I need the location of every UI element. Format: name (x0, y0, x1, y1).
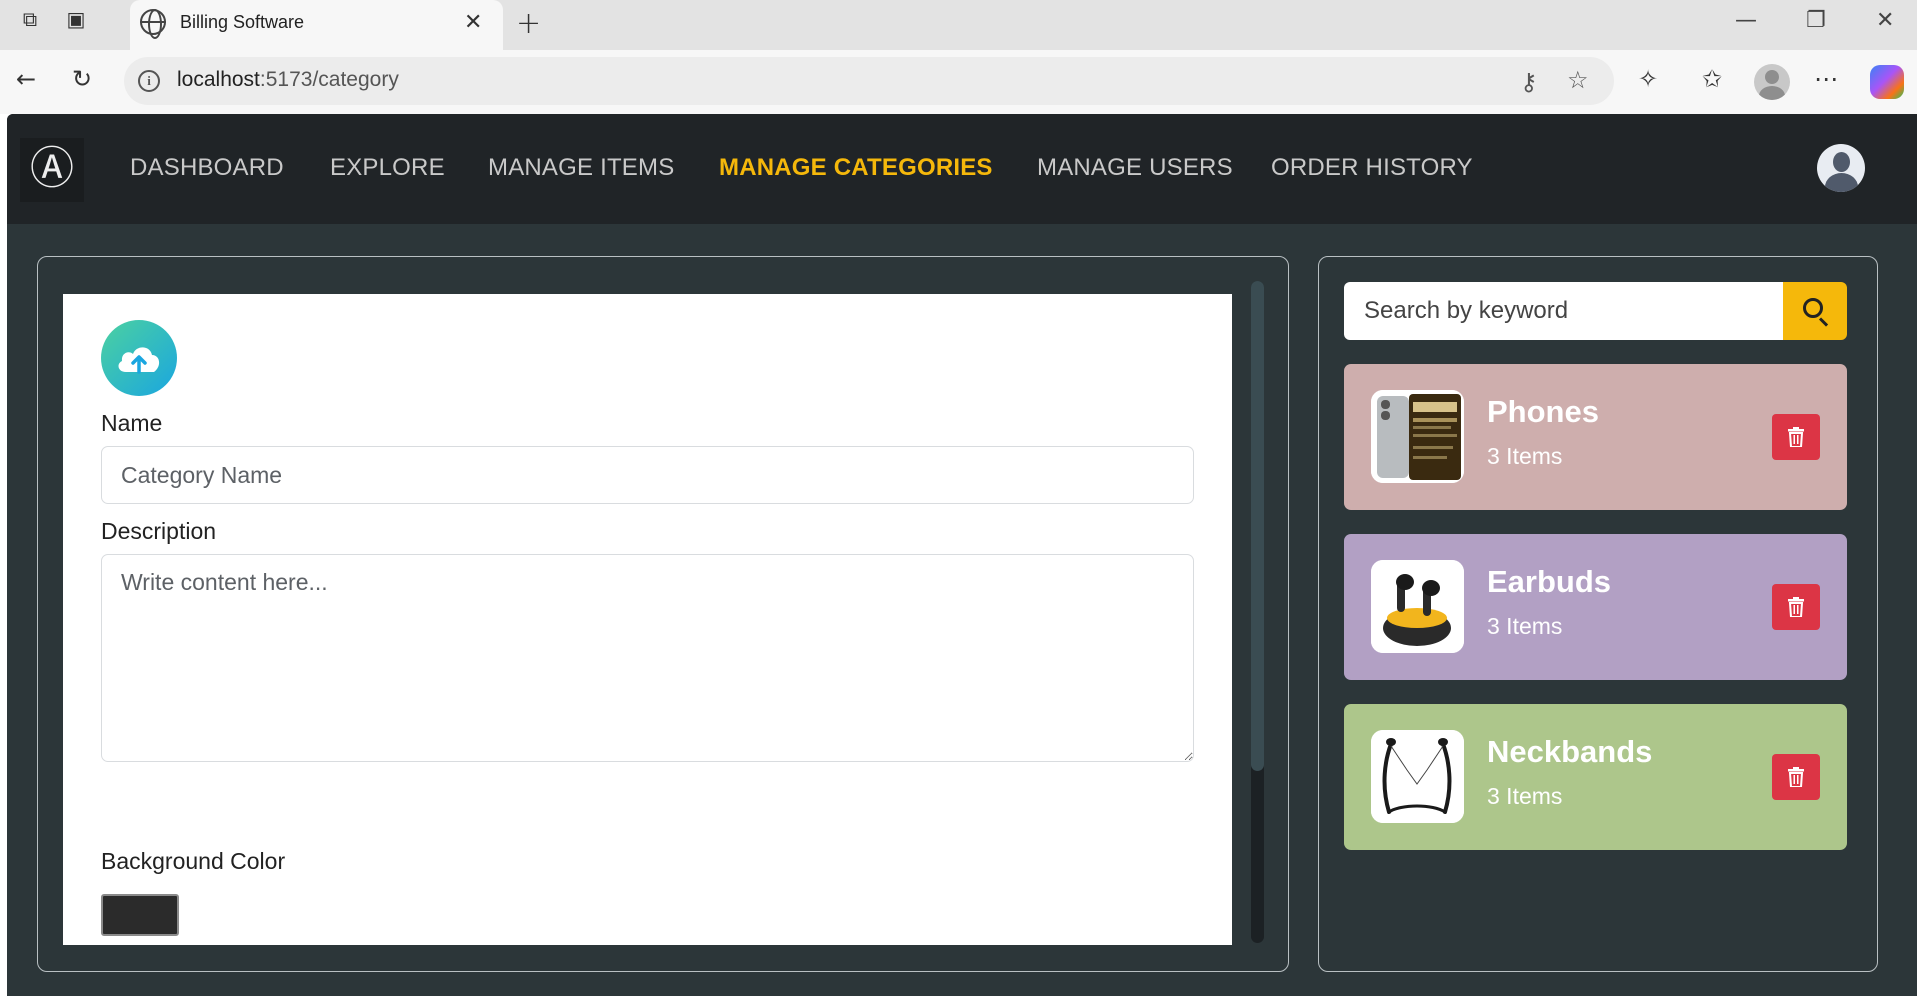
cloud-upload-icon[interactable] (101, 320, 177, 396)
trash-icon (1788, 597, 1804, 617)
anarchy-logo[interactable]: Ⓐ (20, 138, 84, 202)
nav-dashboard[interactable]: DASHBOARD (130, 154, 284, 182)
browser-tab[interactable]: Billing Software ✕ (130, 0, 503, 50)
category-form: Name Description Background Color (63, 294, 1232, 945)
name-label: Name (101, 410, 163, 436)
tab-title: Billing Software (180, 12, 305, 32)
browser-address-bar: ← ↻ i localhost:5173/category ⚷ ☆ ✧ ✩ ⋯ (0, 50, 1917, 114)
category-card-phones[interactable]: Phones 3 Items (1344, 364, 1847, 510)
nav-order-history[interactable]: ORDER HISTORY (1271, 154, 1473, 182)
delete-category-button[interactable] (1772, 414, 1820, 460)
url-path: :5173/category (259, 68, 399, 91)
neckbands-thumbnail (1371, 730, 1464, 823)
nav-manage-users[interactable]: MANAGE USERS (1037, 154, 1233, 182)
earbuds-thumbnail (1371, 560, 1464, 653)
search-icon-handle (1818, 317, 1829, 327)
phone-image (1371, 390, 1464, 483)
nav-explore[interactable]: EXPLORE (330, 154, 445, 182)
workspaces-icon[interactable]: ⧉ (16, 7, 44, 31)
category-name: Earbuds (1487, 564, 1612, 599)
category-item-count: 3 Items (1487, 613, 1563, 639)
new-tab-icon[interactable]: + (516, 6, 541, 41)
back-icon[interactable]: ← (16, 64, 36, 94)
profile-avatar[interactable] (1754, 64, 1790, 100)
trash-icon (1788, 767, 1804, 787)
category-item-count: 3 Items (1487, 443, 1563, 469)
search-input[interactable] (1344, 282, 1783, 340)
user-avatar[interactable] (1817, 144, 1865, 192)
form-scrollbar-thumb[interactable] (1251, 281, 1264, 771)
globe-icon (140, 9, 166, 39)
url-field[interactable]: i localhost:5173/category ⚷ ☆ (124, 57, 1614, 105)
extensions-icon[interactable]: ✧ (1638, 64, 1658, 94)
search-bar (1344, 282, 1847, 340)
more-menu-icon[interactable]: ⋯ (1814, 64, 1838, 94)
phones-thumbnail (1371, 390, 1464, 483)
cloud-shape (118, 347, 160, 374)
url-text[interactable]: localhost:5173/category (177, 68, 399, 92)
nav-manage-categories[interactable]: MANAGE CATEGORIES (719, 154, 993, 182)
password-key-icon[interactable]: ⚷ (1520, 67, 1538, 97)
copilot-icon[interactable] (1870, 65, 1904, 99)
url-host: localhost (177, 68, 260, 91)
search-icon (1803, 298, 1823, 318)
trash-icon (1788, 427, 1804, 447)
category-card-neckbands[interactable]: Neckbands 3 Items (1344, 704, 1847, 850)
delete-category-button[interactable] (1772, 584, 1820, 630)
category-name: Neckbands (1487, 734, 1653, 769)
app-root: Ⓐ DASHBOARD EXPLORE MANAGE ITEMS MANAGE … (7, 114, 1917, 996)
search-button[interactable] (1783, 282, 1847, 340)
earbuds-image (1371, 560, 1464, 653)
category-name: Phones (1487, 394, 1599, 429)
category-name-input[interactable] (101, 446, 1194, 504)
favorite-star-icon[interactable]: ☆ (1567, 65, 1589, 95)
close-tab-icon[interactable]: ✕ (464, 10, 482, 35)
favorites-icon[interactable]: ✩ (1702, 64, 1722, 94)
background-color-label: Background Color (101, 848, 286, 874)
background-color-picker[interactable] (101, 894, 179, 936)
browser-tab-bar: ⧉ ▣ Billing Software ✕ + — ❐ ✕ (0, 0, 1917, 50)
tab-actions-icon[interactable]: ▣ (62, 7, 90, 31)
minimize-icon[interactable]: — (1735, 8, 1757, 33)
site-info-icon[interactable]: i (138, 70, 160, 92)
refresh-icon[interactable]: ↻ (72, 64, 92, 94)
nav-manage-items[interactable]: MANAGE ITEMS (488, 154, 674, 182)
delete-category-button[interactable] (1772, 754, 1820, 800)
category-item-count: 3 Items (1487, 783, 1563, 809)
window-close-icon[interactable]: ✕ (1876, 8, 1894, 33)
neckband-image (1371, 730, 1464, 823)
description-label: Description (101, 518, 217, 544)
navbar: Ⓐ DASHBOARD EXPLORE MANAGE ITEMS MANAGE … (7, 114, 1917, 224)
description-textarea[interactable] (101, 554, 1194, 762)
restore-icon[interactable]: ❐ (1806, 8, 1826, 33)
category-card-earbuds[interactable]: Earbuds 3 Items (1344, 534, 1847, 680)
